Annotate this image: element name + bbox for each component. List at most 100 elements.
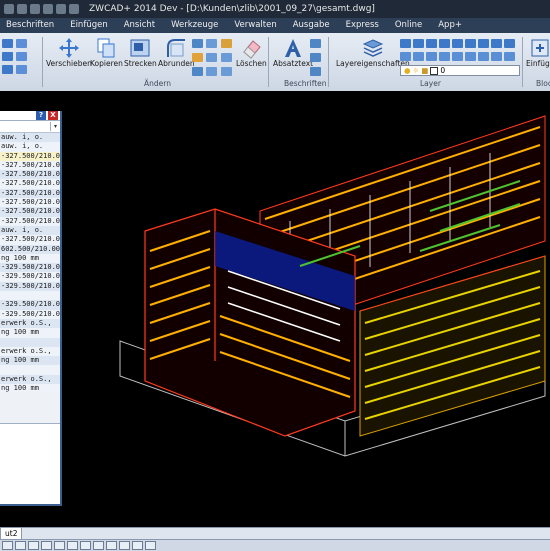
- polar-toggle-icon[interactable]: [41, 541, 52, 550]
- layer-tool-icon[interactable]: [465, 39, 476, 48]
- drawing-canvas[interactable]: ? X ▾ auw. i, o. auw. i, o. -327.500/210…: [0, 91, 550, 527]
- annotation-toggle-icon[interactable]: [145, 541, 156, 550]
- list-item[interactable]: [0, 291, 60, 301]
- tab-ausgabe[interactable]: Ausgabe: [285, 18, 338, 33]
- layer-tool-icon[interactable]: [426, 39, 437, 48]
- otrack-toggle-icon[interactable]: [67, 541, 78, 550]
- stretch-button[interactable]: Strecken: [124, 37, 157, 68]
- save-icon[interactable]: [43, 4, 53, 14]
- list-item[interactable]: ng 100 mm: [0, 384, 60, 394]
- ortho-toggle-icon[interactable]: [28, 541, 39, 550]
- tab-werkzeuge[interactable]: Werkzeuge: [163, 18, 226, 33]
- list-item[interactable]: -329.500/210.00: [0, 281, 60, 292]
- explode-icon[interactable]: [221, 39, 232, 48]
- layer-tool-icon[interactable]: [478, 39, 489, 48]
- list-item[interactable]: -327.500/210.00: [0, 151, 60, 161]
- extend-icon[interactable]: [221, 53, 232, 62]
- qp-toggle-icon[interactable]: [119, 541, 130, 550]
- mirror-icon[interactable]: [192, 67, 203, 76]
- new-file-icon[interactable]: [17, 4, 27, 14]
- mtext-button[interactable]: Absatztext: [273, 37, 313, 68]
- layer-tool-icon[interactable]: [426, 52, 437, 61]
- panel-dropdown[interactable]: ▾: [0, 121, 60, 133]
- list-item[interactable]: erwerk o.S.,: [0, 374, 60, 385]
- table-icon[interactable]: [310, 67, 321, 76]
- list-item[interactable]: -327.500/210.00: [0, 216, 60, 226]
- tab-ansicht[interactable]: Ansicht: [116, 18, 163, 33]
- layer-tool-icon[interactable]: [452, 52, 463, 61]
- model-toggle-icon[interactable]: [93, 541, 104, 550]
- list-item[interactable]: -329.500/210.00: [0, 309, 60, 319]
- app-menu-icon[interactable]: [4, 4, 14, 14]
- trim-icon[interactable]: [192, 39, 203, 48]
- move-button[interactable]: Verschieben: [46, 37, 92, 68]
- layer-combo[interactable]: ● ☼ ■ 0: [400, 65, 520, 76]
- tab-app-plus[interactable]: App+: [430, 18, 470, 33]
- list-item[interactable]: -327.500/210.00: [0, 160, 60, 171]
- list-item[interactable]: -329.500/210.00: [0, 300, 60, 310]
- layer-tool-icon[interactable]: [439, 52, 450, 61]
- layer-tool-icon[interactable]: [439, 39, 450, 48]
- list-item[interactable]: -327.500/210.00: [0, 198, 60, 208]
- close-button[interactable]: X: [48, 111, 58, 120]
- arc-icon[interactable]: [2, 65, 13, 74]
- list-item[interactable]: -329.500/210.00: [0, 263, 60, 273]
- list-item[interactable]: -327.500/210.00: [0, 235, 60, 245]
- list-item[interactable]: auw. i, o.: [0, 133, 60, 143]
- list-item[interactable]: auw. i, o.: [0, 142, 60, 152]
- layer-tool-icon[interactable]: [491, 52, 502, 61]
- layer-tool-icon[interactable]: [452, 39, 463, 48]
- tab-beschriften[interactable]: Beschriften: [0, 18, 62, 33]
- chevron-down-icon[interactable]: ▾: [50, 122, 60, 131]
- layer-tool-icon[interactable]: [504, 52, 515, 61]
- circle-icon[interactable]: [2, 52, 13, 61]
- layer-tool-icon[interactable]: [465, 52, 476, 61]
- tab-verwalten[interactable]: Verwalten: [226, 18, 284, 33]
- redo-icon[interactable]: [69, 4, 79, 14]
- rectangle-icon[interactable]: [16, 39, 27, 48]
- leader-icon[interactable]: [310, 53, 321, 62]
- hatch-icon[interactable]: [16, 52, 27, 61]
- layer-tool-icon[interactable]: [400, 52, 411, 61]
- dyn-toggle-icon[interactable]: [106, 541, 117, 550]
- tab-express[interactable]: Express: [338, 18, 387, 33]
- layer-properties-button[interactable]: Layereigenschaften: [336, 37, 410, 68]
- polyline-icon[interactable]: [2, 39, 13, 48]
- layer-tool-icon[interactable]: [413, 52, 424, 61]
- list-item[interactable]: ng 100 mm: [0, 356, 60, 366]
- list-item[interactable]: -327.500/210.00: [0, 170, 60, 180]
- tab-online[interactable]: Online: [387, 18, 430, 33]
- tab-einfuegen[interactable]: Einfügen: [62, 18, 116, 33]
- rotate-icon[interactable]: [192, 53, 203, 62]
- list-item[interactable]: 602.500/210.00: [0, 244, 60, 254]
- help-button[interactable]: ?: [36, 111, 46, 120]
- list-item[interactable]: [0, 365, 60, 375]
- list-item[interactable]: auw. i, o.: [0, 225, 60, 236]
- list-item[interactable]: -327.500/210.00: [0, 188, 60, 199]
- sc-toggle-icon[interactable]: [132, 541, 143, 550]
- insert-button[interactable]: Einfüge: [526, 37, 550, 68]
- osnap-toggle-icon[interactable]: [54, 541, 65, 550]
- list-item[interactable]: erwerk o.S.,: [0, 318, 60, 329]
- open-file-icon[interactable]: [30, 4, 40, 14]
- break-icon[interactable]: [221, 67, 232, 76]
- fillet-button[interactable]: Abrunden: [158, 37, 195, 68]
- scale-icon[interactable]: [206, 53, 217, 62]
- list-item[interactable]: -329.500/210.00: [0, 272, 60, 282]
- dimension-icon[interactable]: [310, 39, 321, 48]
- layer-tool-icon[interactable]: [478, 52, 489, 61]
- erase-button[interactable]: Löschen: [236, 37, 267, 68]
- layer-tool-icon[interactable]: [400, 39, 411, 48]
- copy-button[interactable]: Kopieren: [90, 37, 123, 68]
- snap-toggle-icon[interactable]: [2, 541, 13, 550]
- grid-toggle-icon[interactable]: [15, 541, 26, 550]
- layer-tool-icon[interactable]: [491, 39, 502, 48]
- layer-tool-icon[interactable]: [504, 39, 515, 48]
- array-icon[interactable]: [206, 67, 217, 76]
- layer-tool-icon[interactable]: [413, 39, 424, 48]
- list-item[interactable]: ng 100 mm: [0, 328, 60, 338]
- list-item[interactable]: -327.500/210.00: [0, 179, 60, 189]
- list-item[interactable]: -327.500/210.00: [0, 207, 60, 217]
- ellipse-icon[interactable]: [16, 65, 27, 74]
- undo-icon[interactable]: [56, 4, 66, 14]
